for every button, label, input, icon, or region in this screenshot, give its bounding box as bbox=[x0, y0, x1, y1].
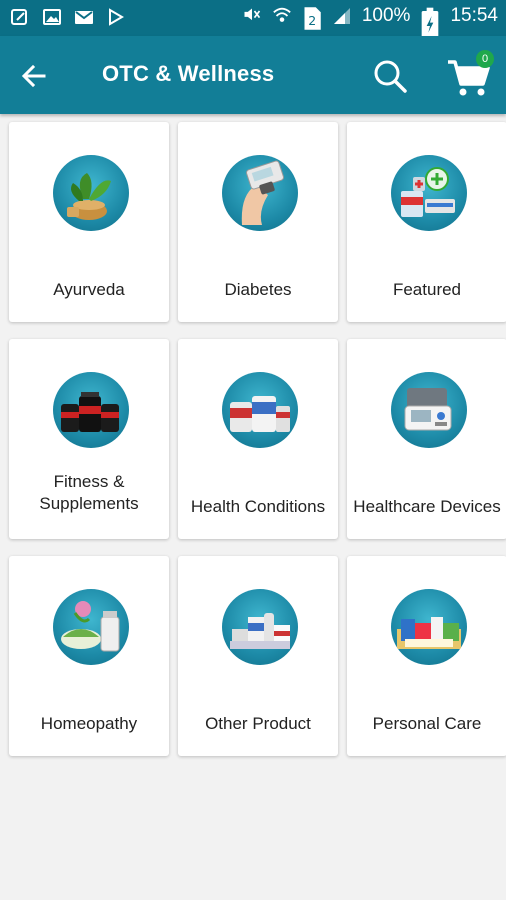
mail-notification-icon bbox=[74, 7, 94, 27]
category-card-healthcare-devices[interactable]: Healthcare Devices bbox=[347, 339, 506, 539]
status-bar: 2 100% 15:54 bbox=[0, 0, 506, 38]
category-card-diabetes[interactable]: Diabetes bbox=[178, 122, 338, 322]
category-grid: Ayurveda Diabetes Featured Fitness & Sup… bbox=[9, 122, 506, 756]
signal-icon bbox=[332, 6, 352, 26]
category-label: Diabetes bbox=[224, 280, 292, 299]
cart-count-badge: 0 bbox=[476, 50, 494, 68]
category-label: Health Conditions bbox=[190, 497, 326, 516]
ayurveda-icon bbox=[53, 155, 129, 231]
battery-charging-icon bbox=[420, 6, 440, 38]
category-label: Homeopathy bbox=[40, 714, 138, 733]
personal-care-icon bbox=[391, 589, 467, 665]
app-toolbar: OTC & Wellness bbox=[0, 36, 506, 114]
play-store-notification-icon bbox=[106, 7, 126, 27]
homeopathy-icon bbox=[53, 589, 129, 665]
edit-notification-icon bbox=[10, 7, 30, 27]
notification-icons bbox=[10, 7, 126, 27]
page-title: OTC & Wellness bbox=[102, 61, 275, 86]
back-button[interactable] bbox=[18, 60, 50, 92]
category-label: Healthcare Devices bbox=[353, 497, 501, 516]
healthcare-devices-icon bbox=[391, 372, 467, 448]
category-card-featured[interactable]: Featured bbox=[347, 122, 506, 322]
sim-icon: 2 bbox=[302, 6, 322, 30]
category-card-homeopathy[interactable]: Homeopathy bbox=[9, 556, 169, 756]
battery-percentage: 100% bbox=[361, 5, 411, 26]
featured-icon bbox=[391, 155, 467, 231]
system-status: 2 100% 15:54 bbox=[242, 5, 498, 38]
search-icon bbox=[374, 60, 407, 93]
fitness-icon bbox=[53, 372, 129, 448]
category-label: Ayurveda bbox=[53, 280, 125, 299]
category-label-line-2: Supplements bbox=[39, 494, 139, 513]
svg-text:2: 2 bbox=[308, 13, 316, 28]
other-product-icon bbox=[222, 589, 298, 665]
health-conditions-icon bbox=[222, 372, 298, 448]
clock: 15:54 bbox=[450, 5, 498, 26]
back-arrow-icon bbox=[21, 64, 46, 88]
category-card-other-product[interactable]: Other Product bbox=[178, 556, 338, 756]
category-label-line-1: Fitness & bbox=[53, 472, 125, 491]
mute-icon bbox=[242, 6, 262, 26]
category-label: Fitness & Supplements bbox=[9, 471, 169, 515]
image-notification-icon bbox=[42, 7, 62, 27]
category-card-health-conditions[interactable]: Health Conditions bbox=[178, 339, 338, 539]
category-label: Personal Care bbox=[372, 714, 482, 733]
category-card-personal-care[interactable]: Personal Care bbox=[347, 556, 506, 756]
diabetes-icon bbox=[222, 155, 298, 231]
category-label: Featured bbox=[392, 280, 462, 299]
category-card-fitness-supplements[interactable]: Fitness & Supplements bbox=[9, 339, 169, 539]
category-card-ayurveda[interactable]: Ayurveda bbox=[9, 122, 169, 322]
wifi-icon bbox=[272, 6, 292, 26]
search-button[interactable] bbox=[370, 56, 410, 96]
category-label: Other Product bbox=[205, 714, 311, 733]
